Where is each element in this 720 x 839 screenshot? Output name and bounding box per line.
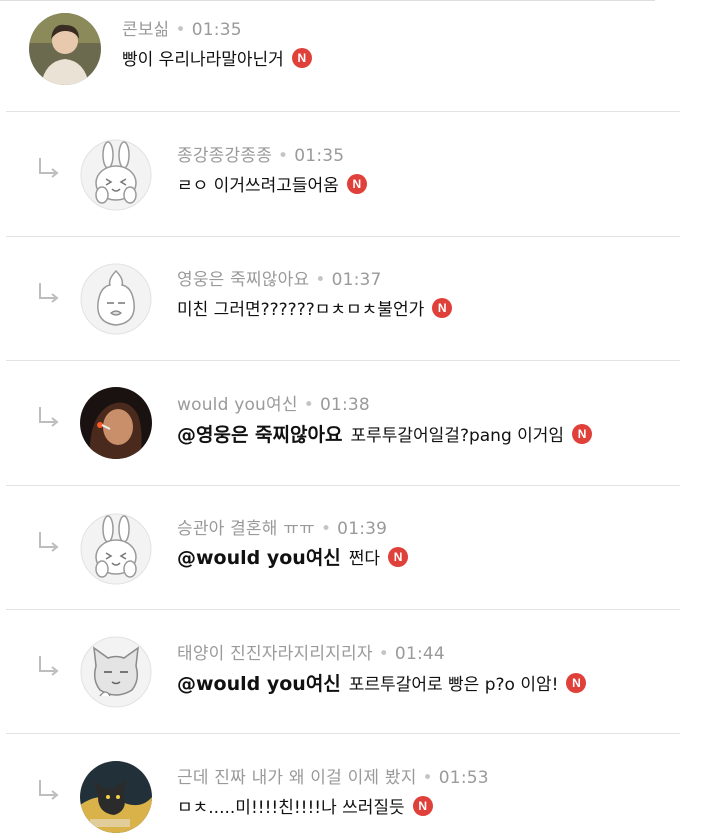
- comment-body: @would you여신 쩐다 N: [177, 543, 409, 570]
- reply-arrow-icon: [36, 529, 62, 555]
- new-badge: N: [566, 672, 587, 693]
- comment-body: 미친 그러면??????ㅁㅊㅁㅊ불언가 N: [177, 295, 453, 320]
- comment-body: 빵이 우리나라말아닌거 N: [122, 45, 312, 70]
- avatar[interactable]: [80, 263, 152, 335]
- author-name[interactable]: 근데 진짜 내가 왜 이걸 이제 봤지: [177, 768, 417, 788]
- mention-tag[interactable]: @would you여신: [177, 543, 341, 570]
- comment-text: 빵이 우리나라말아닌거: [122, 50, 284, 70]
- timestamp: 01:44: [394, 644, 445, 664]
- timestamp: 01:39: [337, 519, 388, 539]
- divider: [6, 360, 680, 361]
- author-name[interactable]: 콘보싦: [122, 20, 170, 40]
- new-badge: N: [388, 546, 409, 567]
- comment-body: @영웅은 죽찌않아요 포루투갈어일걸?pang 이거임 N: [177, 420, 593, 447]
- reply-arrow-icon: [36, 155, 62, 181]
- reply-arrow-icon: [36, 280, 62, 306]
- divider: [6, 733, 680, 734]
- mention-tag[interactable]: @would you여신: [177, 669, 341, 696]
- comment-meta: 승관아 결혼해 ㅠㅠ • 01:39: [177, 519, 388, 539]
- avatar[interactable]: [80, 139, 152, 211]
- new-badge: N: [432, 297, 453, 318]
- author-name[interactable]: 영웅은 죽찌않아요: [177, 270, 309, 290]
- comment-meta: would you여신 • 01:38: [177, 395, 370, 415]
- new-badge: N: [412, 795, 433, 816]
- avatar[interactable]: [80, 387, 152, 459]
- timestamp: 01:38: [319, 395, 370, 415]
- comment-text: 쩐다: [348, 549, 381, 569]
- comment-body: @would you여신 포르투갈어로 빵은 p?o 이암! N: [177, 669, 587, 696]
- timestamp: 01:37: [331, 270, 382, 290]
- reply-arrow-icon: [36, 777, 62, 803]
- comment-meta: 종강종강종종 • 01:35: [177, 146, 345, 166]
- comment-meta: 콘보싦 • 01:35: [122, 20, 242, 40]
- mention-tag[interactable]: @영웅은 죽찌않아요: [177, 420, 342, 447]
- top-divider: [0, 0, 655, 1]
- divider: [6, 236, 680, 237]
- new-badge: N: [291, 47, 312, 68]
- comment-text: 포르투갈어로 빵은 p?o 이암!: [348, 675, 559, 695]
- avatar[interactable]: [80, 513, 152, 585]
- reply-arrow-icon: [36, 404, 62, 430]
- timestamp: 01:53: [438, 768, 489, 788]
- author-name[interactable]: would you여신: [177, 395, 298, 415]
- comment-meta: 태양이 진진자라지리지리자 • 01:44: [177, 644, 445, 664]
- comment-text: ㅁㅊ.....미!!!!친!!!!나 쓰러질듯: [177, 798, 405, 818]
- divider: [6, 111, 680, 112]
- author-name[interactable]: 종강종강종종: [177, 146, 272, 166]
- author-name[interactable]: 승관아 결혼해 ㅠㅠ: [177, 519, 315, 539]
- author-name[interactable]: 태양이 진진자라지리지리자: [177, 644, 373, 664]
- avatar[interactable]: [80, 636, 152, 708]
- comment-text: 포루투갈어일걸?pang 이거임: [350, 426, 565, 446]
- divider: [6, 609, 680, 610]
- avatar[interactable]: [29, 13, 101, 85]
- timestamp: 01:35: [294, 146, 345, 166]
- timestamp: 01:35: [191, 20, 242, 40]
- comment-text: ㄹㅇ 이거쓰려고들어옴: [177, 176, 339, 196]
- avatar[interactable]: [80, 761, 152, 833]
- comment-body: ㅁㅊ.....미!!!!친!!!!나 쓰러질듯 N: [177, 793, 433, 818]
- reply-arrow-icon: [36, 653, 62, 679]
- comment-meta: 근데 진짜 내가 왜 이걸 이제 봤지 • 01:53: [177, 768, 489, 788]
- divider: [6, 485, 680, 486]
- new-badge: N: [572, 423, 593, 444]
- comment-meta: 영웅은 죽찌않아요 • 01:37: [177, 270, 382, 290]
- comment-body: ㄹㅇ 이거쓰려고들어옴 N: [177, 171, 367, 196]
- comment-text: 미친 그러면??????ㅁㅊㅁㅊ불언가: [177, 300, 425, 320]
- new-badge: N: [346, 173, 367, 194]
